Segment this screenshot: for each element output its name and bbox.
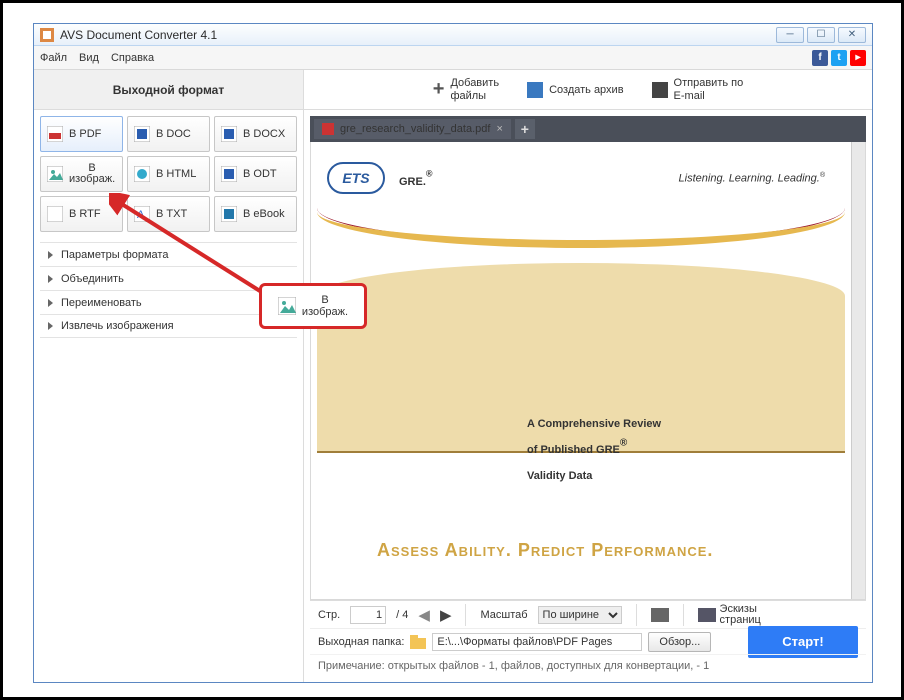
doc-icon — [134, 126, 150, 142]
svg-text:A: A — [137, 209, 145, 221]
format-odt[interactable]: В ODT — [214, 156, 297, 192]
folder-icon — [410, 635, 426, 649]
output-format-header: Выходной формат — [34, 70, 304, 109]
new-tab-button[interactable]: + — [515, 119, 535, 139]
output-path-input[interactable] — [432, 633, 642, 651]
image-icon — [278, 297, 296, 315]
image-icon — [47, 166, 63, 182]
rtf-icon — [47, 206, 63, 222]
status-note: Примечание: открытых файлов - 1, файлов,… — [310, 654, 866, 676]
app-icon — [40, 28, 54, 42]
zoom-label: Масштаб — [480, 609, 527, 621]
ebook-icon — [221, 206, 237, 222]
archive-icon — [527, 82, 543, 98]
odt-icon — [221, 166, 237, 182]
tabbar: gre_research_validity_data.pdf × + — [310, 116, 866, 142]
page-input[interactable] — [350, 606, 386, 624]
window-title: AVS Document Converter 4.1 — [60, 28, 776, 42]
zoom-select[interactable]: По ширине — [538, 606, 622, 624]
document-tab[interactable]: gre_research_validity_data.pdf × — [314, 119, 511, 139]
scrollbar[interactable] — [851, 142, 865, 599]
toolbar: Выходной формат + Добавить файлы Создать… — [34, 70, 872, 110]
email-icon — [652, 82, 668, 98]
titlebar: AVS Document Converter 4.1 ─ ☐ ✕ — [34, 24, 872, 46]
pdf-icon — [47, 126, 63, 142]
format-rtf[interactable]: В RTF — [40, 196, 123, 232]
main-panel: gre_research_validity_data.pdf × + ETS G… — [304, 110, 872, 682]
prev-page-button[interactable]: ◀ — [418, 606, 430, 624]
page-label: Стр. — [318, 609, 340, 621]
tab-label: gre_research_validity_data.pdf — [340, 123, 490, 135]
annotation-callout: Визображ. — [259, 283, 367, 329]
format-html[interactable]: В HTML — [127, 156, 210, 192]
plus-icon: + — [433, 78, 445, 101]
tagline: Listening. Learning. Leading.® — [679, 172, 825, 184]
tab-close-icon[interactable]: × — [496, 123, 502, 135]
menu-view[interactable]: Вид — [79, 52, 99, 64]
twitter-icon[interactable]: t — [831, 50, 847, 66]
send-email-button[interactable]: Отправить по E-mail — [652, 77, 744, 101]
maximize-button[interactable]: ☐ — [807, 27, 835, 43]
minimize-button[interactable]: ─ — [776, 27, 804, 43]
document-subtitle: Assess Ability. Predict Performance. — [377, 540, 845, 561]
output-label: Выходная папка: — [318, 636, 404, 648]
docx-icon — [221, 126, 237, 142]
format-image[interactable]: Визображ. — [40, 156, 123, 192]
gre-logo: GRE.® — [399, 165, 433, 191]
archive-label: Создать архив — [549, 84, 623, 96]
create-archive-button[interactable]: Создать архив — [527, 82, 623, 98]
app-window: AVS Document Converter 4.1 ─ ☐ ✕ Файл Ви… — [33, 23, 873, 683]
format-docx[interactable]: В DOCX — [214, 116, 297, 152]
pdf-tab-icon — [322, 123, 334, 135]
document-preview: ETS GRE.® Listening. Learning. Leading.®… — [317, 148, 845, 593]
start-button[interactable]: Старт! — [748, 626, 858, 658]
menubar: Файл Вид Справка f t ▸ — [34, 46, 872, 70]
menu-help[interactable]: Справка — [111, 52, 154, 64]
sidebar: В PDF В DOC В DOCX Визображ. В HTML В OD… — [34, 110, 304, 682]
thumbnails-label: Эскизы страниц — [720, 604, 761, 626]
format-doc[interactable]: В DOC — [127, 116, 210, 152]
txt-icon: A — [134, 206, 150, 222]
navigation-bar: Стр. / 4 ◀ ▶ Масштаб По ширине Эскизы ст… — [310, 600, 866, 628]
add-files-label: Добавить файлы — [450, 77, 499, 101]
menu-file[interactable]: Файл — [40, 52, 67, 64]
close-button[interactable]: ✕ — [838, 27, 866, 43]
next-page-button[interactable]: ▶ — [440, 606, 452, 624]
chevron-right-icon — [48, 322, 53, 330]
option-format-params[interactable]: Параметры формата — [40, 242, 297, 266]
format-txt[interactable]: AВ TXT — [127, 196, 210, 232]
youtube-icon[interactable]: ▸ — [850, 50, 866, 66]
chevron-right-icon — [48, 275, 53, 283]
thumbnails-icon — [698, 608, 716, 622]
output-row: Выходная папка: Обзор... Старт! — [310, 628, 866, 654]
thumbnails-button[interactable]: Эскизы страниц — [698, 604, 761, 626]
add-files-button[interactable]: + Добавить файлы — [433, 77, 499, 101]
facebook-icon[interactable]: f — [812, 50, 828, 66]
email-label: Отправить по E-mail — [674, 77, 744, 101]
page-total: / 4 — [396, 609, 408, 621]
chevron-right-icon — [48, 299, 53, 307]
document-title: A Comprehensive Review of Published GRE®… — [527, 408, 661, 486]
print-icon[interactable] — [651, 608, 669, 622]
html-icon — [134, 166, 150, 182]
format-ebook[interactable]: В eBook — [214, 196, 297, 232]
format-pdf[interactable]: В PDF — [40, 116, 123, 152]
browse-button[interactable]: Обзор... — [648, 632, 711, 652]
chevron-right-icon — [48, 251, 53, 259]
ets-logo: ETS — [327, 162, 385, 194]
